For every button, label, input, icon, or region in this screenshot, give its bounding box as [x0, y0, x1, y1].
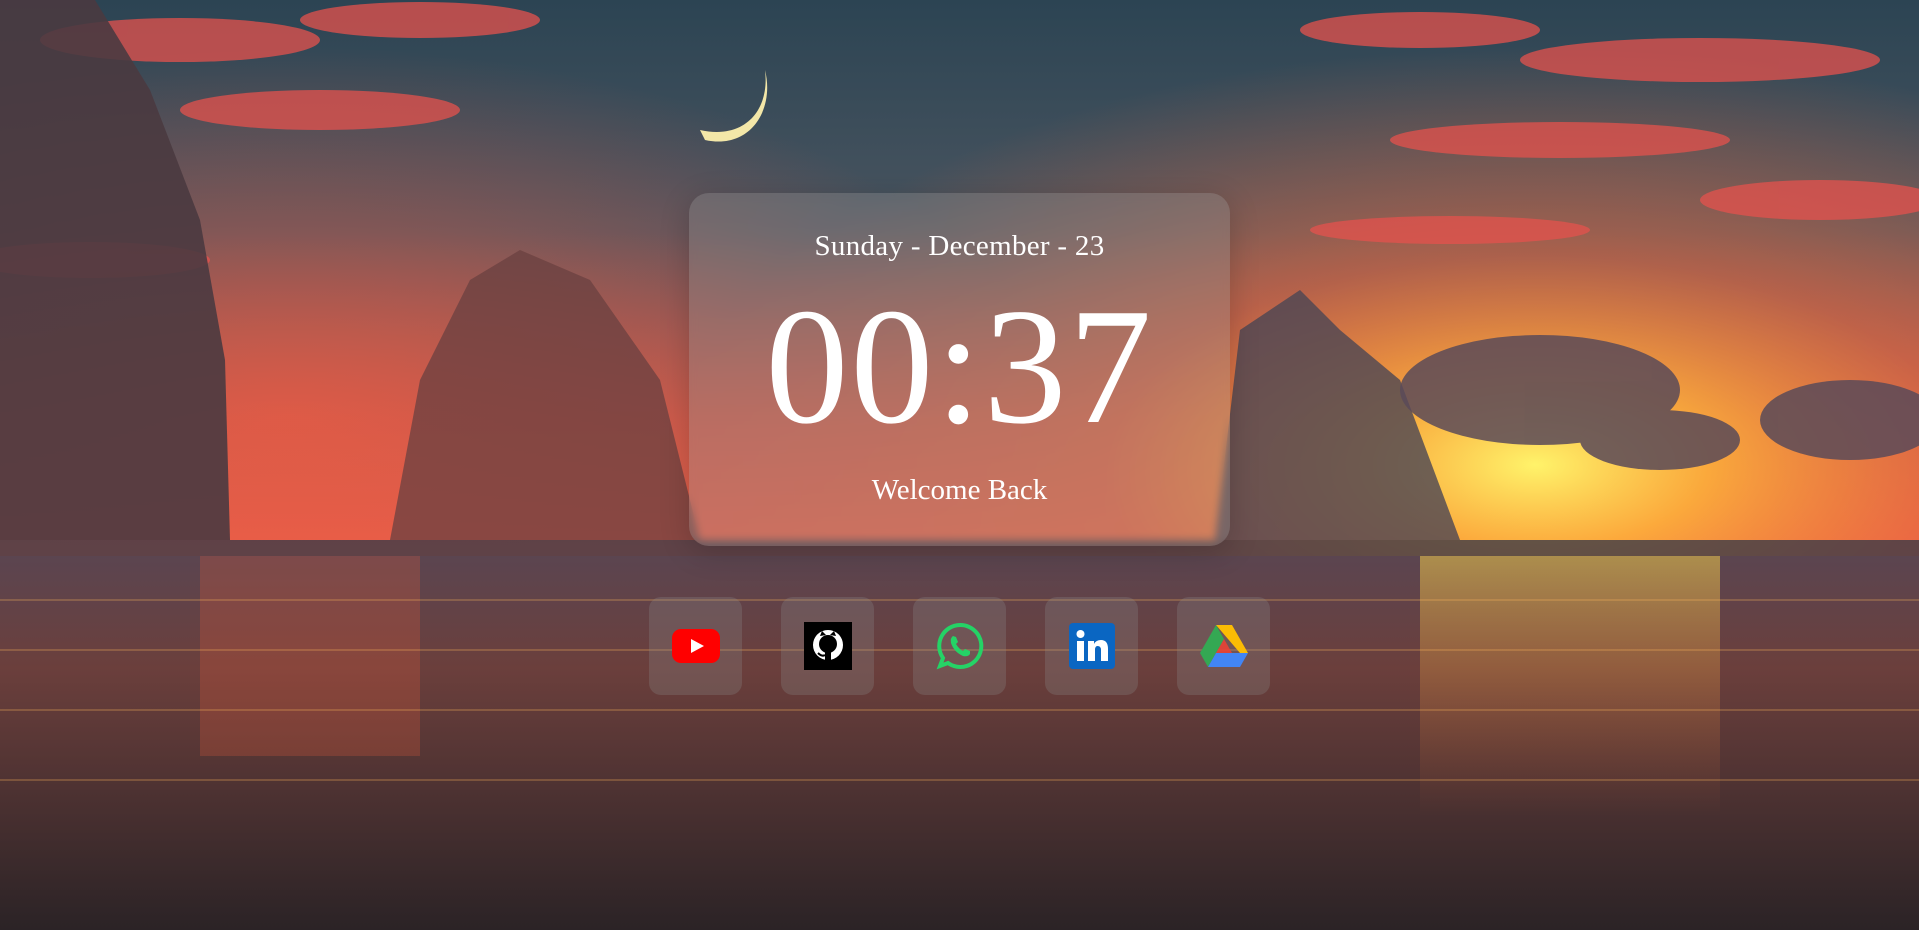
clock-widget: Sunday - December - 23 00:37 Welcome Bac… — [689, 193, 1230, 546]
google-drive-shortcut[interactable] — [1177, 597, 1270, 695]
linkedin-icon — [1068, 623, 1115, 669]
whatsapp-shortcut[interactable] — [913, 597, 1006, 695]
github-icon — [803, 622, 852, 670]
date-display: Sunday - December - 23 — [814, 230, 1105, 262]
time-display: 00:37 — [765, 274, 1154, 458]
youtube-shortcut[interactable] — [649, 597, 742, 695]
welcome-message: Welcome Back — [871, 474, 1048, 506]
whatsapp-icon — [936, 622, 983, 670]
linkedin-shortcut[interactable] — [1045, 597, 1138, 695]
google-drive-icon — [1199, 625, 1248, 667]
github-shortcut[interactable] — [781, 597, 874, 695]
shortcut-bar — [649, 597, 1271, 695]
youtube-icon — [671, 629, 720, 663]
